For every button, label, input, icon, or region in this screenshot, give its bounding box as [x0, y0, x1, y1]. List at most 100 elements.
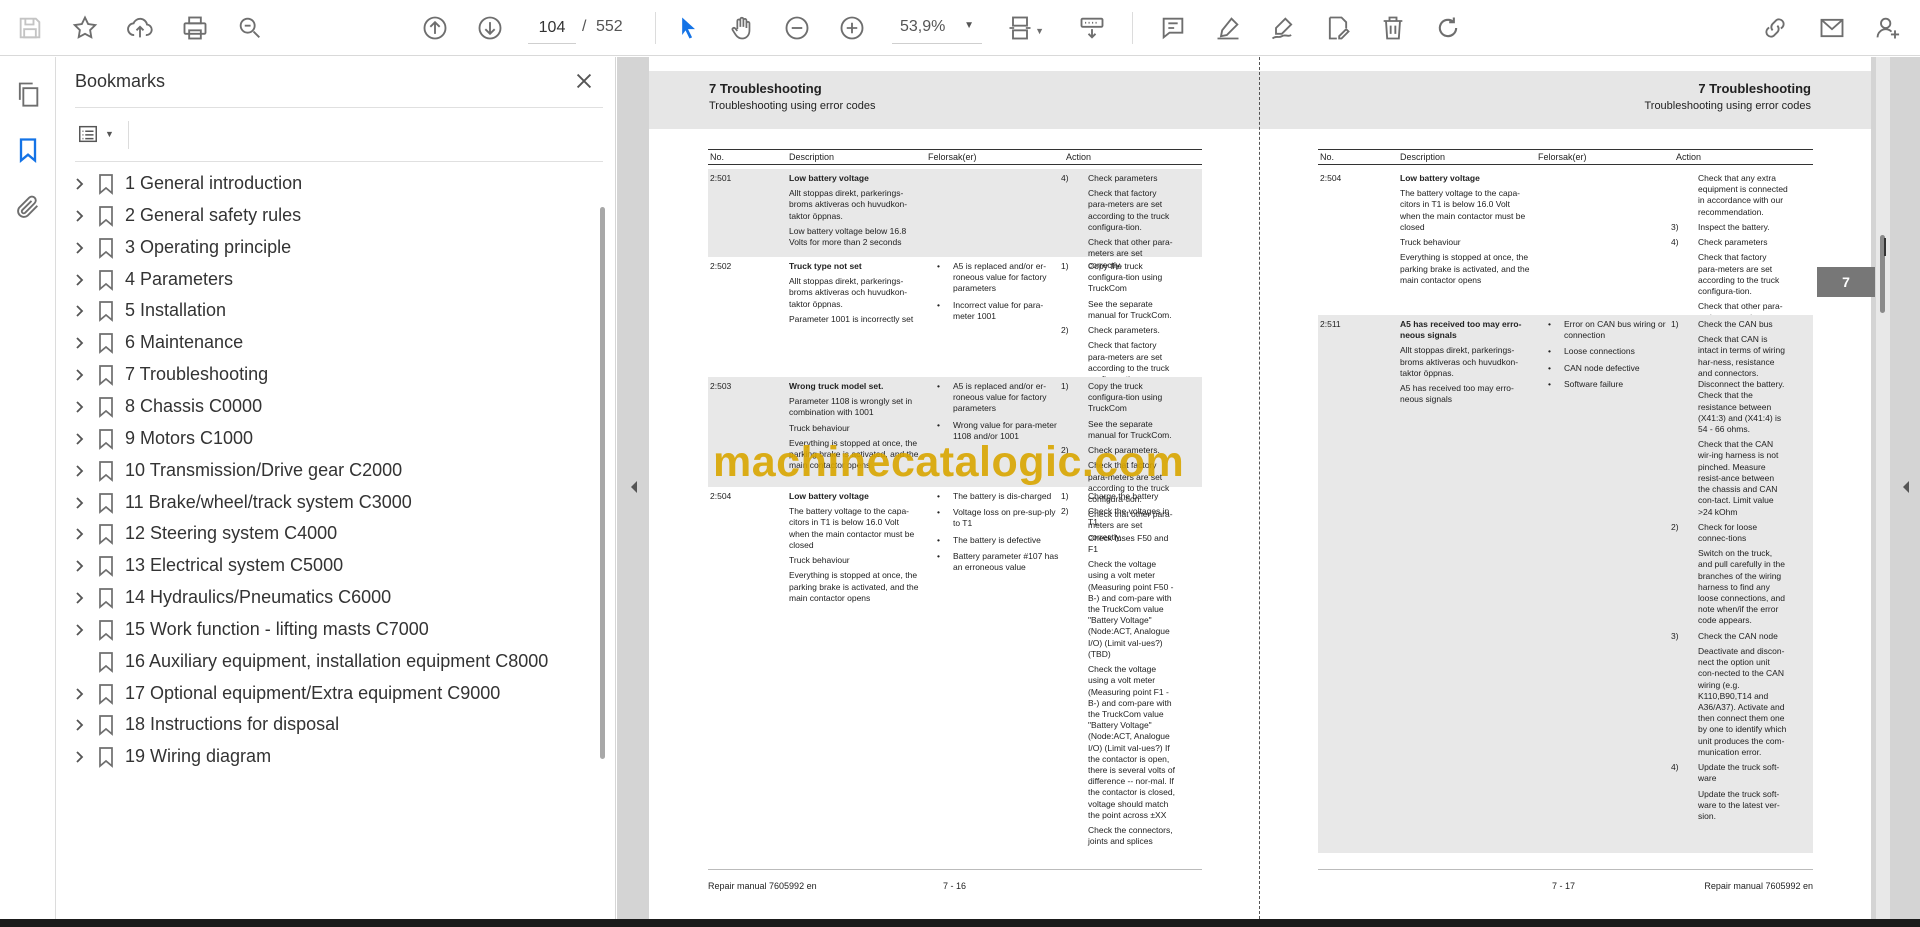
share-link-icon[interactable]: [1755, 8, 1795, 48]
step-text: Switch on the truck, and pull carefully …: [1698, 548, 1785, 626]
chevron-right-icon[interactable]: [70, 175, 88, 193]
chevron-right-icon[interactable]: [70, 748, 88, 766]
description-text: Allt stoppas direkt, parkerings-broms ak…: [789, 276, 908, 309]
chevron-right-icon[interactable]: [70, 239, 88, 257]
bookmarks-scrollbar[interactable]: [597, 187, 609, 917]
chevron-right-icon[interactable]: [70, 525, 88, 543]
chevron-right-icon[interactable]: [70, 494, 88, 512]
bookmark-icon: [96, 492, 116, 514]
action-step: See the separate manual for TruckCom.: [1061, 299, 1178, 321]
hand-icon[interactable]: [722, 8, 762, 48]
description-text: Truck behaviour: [789, 555, 850, 566]
step-text: Check that the CAN wir-ing harness is no…: [1698, 439, 1779, 517]
bookmark-icon: [96, 746, 116, 769]
scroll-mode-icon[interactable]: [1072, 8, 1112, 48]
sign-icon[interactable]: [1263, 8, 1303, 48]
page-fit-icon[interactable]: ▼: [1000, 8, 1044, 48]
chevron-right-icon[interactable]: [70, 207, 88, 225]
bookmark-item[interactable]: 2 General safety rules: [56, 199, 596, 233]
mail-icon[interactable]: [1812, 8, 1852, 48]
bookmark-item[interactable]: 19 Wiring diagram: [56, 740, 596, 774]
save-icon[interactable]: [10, 8, 50, 48]
action-step: 4) Check parameters: [1671, 237, 1788, 248]
step-text: See the separate manual for TruckCom.: [1088, 298, 1172, 320]
user-add-icon[interactable]: [1868, 8, 1908, 48]
chevron-right-icon[interactable]: [70, 366, 88, 384]
chevron-right-icon[interactable]: [70, 685, 88, 703]
table-header: No. Description Felorsak(er) Action: [708, 149, 1202, 165]
upload-icon[interactable]: [120, 8, 160, 48]
bookmark-item[interactable]: 17 Optional equipment/Extra equipment C9…: [56, 677, 596, 711]
arrow-down-icon[interactable]: [470, 8, 510, 48]
action-step: 4) Update the truck soft-ware: [1671, 762, 1788, 784]
collapse-right-icon[interactable]: [1900, 478, 1912, 496]
error-title: Low battery voltage: [789, 173, 869, 183]
chevron-right-icon[interactable]: [70, 462, 88, 480]
column-header-action: Action: [1066, 152, 1092, 162]
select-cursor-icon[interactable]: [668, 8, 708, 48]
star-icon[interactable]: [65, 8, 105, 48]
bookmark-icon: [96, 205, 116, 227]
delete-icon[interactable]: [1373, 8, 1413, 48]
zoom-out-icon[interactable]: [777, 8, 817, 48]
action-step: Check the voltage using a volt meter (Me…: [1061, 664, 1178, 821]
table-row: 2:504 Low battery voltage The battery volt…: [708, 487, 1202, 855]
bookmark-item[interactable]: 7 Troubleshooting: [56, 358, 596, 392]
bookmark-item[interactable]: 4 Parameters: [56, 263, 596, 297]
highlight-icon[interactable]: [1208, 8, 1248, 48]
action-step: Update the truck soft-ware to the latest…: [1671, 789, 1788, 823]
arrow-up-icon[interactable]: [415, 8, 455, 48]
step-text: Check for loose connec-tions: [1698, 521, 1758, 543]
chevron-right-icon[interactable]: [70, 557, 88, 575]
bookmark-item[interactable]: 9 Motors C1000: [56, 422, 596, 456]
step-number: 1): [1671, 319, 1679, 329]
causes-cell: A5 is replaced and/or er-roneous value f…: [937, 261, 1059, 327]
document-scrollbar[interactable]: [1876, 57, 1890, 919]
close-icon[interactable]: [570, 67, 598, 95]
chevron-right-icon[interactable]: [70, 271, 88, 289]
print-icon[interactable]: [175, 8, 215, 48]
bookmark-item[interactable]: 18 Instructions for disposal: [56, 708, 596, 742]
bookmark-item[interactable]: 15 Work function - lifting masts C7000: [56, 613, 596, 647]
bookmark-item[interactable]: 13 Electrical system C5000: [56, 549, 596, 583]
rotate-icon[interactable]: [1428, 8, 1468, 48]
zoom-search-icon[interactable]: [230, 8, 270, 48]
chevron-right-icon[interactable]: [70, 334, 88, 352]
chevron-right-icon[interactable]: [70, 398, 88, 416]
zoom-in-icon[interactable]: [832, 8, 872, 48]
chevron-right-icon[interactable]: [70, 302, 88, 320]
chevron-right-icon[interactable]: [70, 589, 88, 607]
attachment-icon[interactable]: [8, 187, 48, 227]
action-step: 2) Check the voltages in T1: [1061, 506, 1178, 528]
scrollbar-thumb[interactable]: [600, 207, 605, 759]
page-number-input[interactable]: [528, 12, 576, 44]
bookmark-panel-icon[interactable]: [8, 130, 48, 170]
bookmark-item[interactable]: 16 Auxiliary equipment, installation equ…: [56, 645, 596, 679]
error-code: 2:504: [710, 491, 732, 501]
comment-icon[interactable]: [1153, 8, 1193, 48]
collapse-left-icon[interactable]: [628, 478, 640, 496]
bookmark-item[interactable]: 11 Brake/wheel/track system C3000: [56, 486, 596, 520]
step-text: Check the CAN bus: [1698, 319, 1773, 329]
chevron-right-icon[interactable]: [70, 716, 88, 734]
bookmark-options-button[interactable]: ▼: [75, 119, 123, 149]
bookmark-item[interactable]: 10 Transmission/Drive gear C2000: [56, 454, 596, 488]
bookmark-item[interactable]: 6 Maintenance: [56, 326, 596, 360]
bookmark-item[interactable]: 14 Hydraulics/Pneumatics C6000: [56, 581, 596, 615]
zoom-select[interactable]: 53,9% ▼: [892, 12, 982, 44]
bookmark-item[interactable]: 5 Installation: [56, 294, 596, 328]
chevron-right-icon[interactable]: [70, 430, 88, 448]
edit-icon[interactable]: [1318, 8, 1358, 48]
bookmark-item[interactable]: 12 Steering system C4000: [56, 517, 596, 551]
error-title: Truck type not set: [789, 261, 862, 271]
step-text: Update the truck soft-ware: [1698, 762, 1780, 784]
bookmark-item[interactable]: 3 Operating principle: [56, 231, 596, 265]
action-step: Switch on the truck, and pull carefully …: [1671, 548, 1788, 627]
action-step: Check that CAN is intact in terms of wir…: [1671, 334, 1788, 435]
description-text: The battery voltage to the capa-citors i…: [789, 506, 915, 550]
pages-thumbnails-icon[interactable]: [8, 74, 48, 114]
bookmark-item[interactable]: 8 Chassis C0000: [56, 390, 596, 424]
chevron-right-icon[interactable]: [70, 621, 88, 639]
column-header-description: Description: [789, 152, 835, 162]
bookmark-item[interactable]: 1 General introduction: [56, 167, 596, 201]
